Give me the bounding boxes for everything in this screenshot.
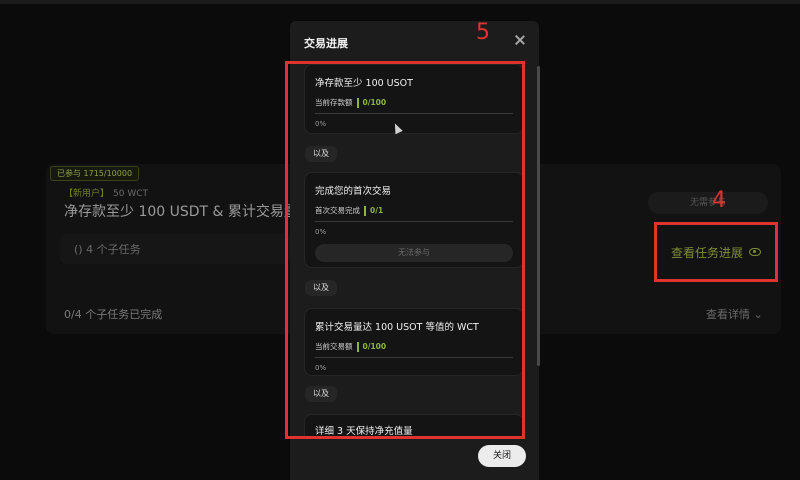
close-button[interactable]: 关闭 xyxy=(478,445,526,467)
close-icon[interactable] xyxy=(513,33,527,47)
task-tag: 【新用户】 50 WCT xyxy=(64,186,148,199)
annotation-label-5: 5 xyxy=(476,20,490,45)
annotation-label-4: 4 xyxy=(712,188,726,213)
view-task-progress-link[interactable]: 查看任务进展 xyxy=(654,222,778,282)
modal-scrollbar[interactable] xyxy=(537,66,540,366)
annotation-frame-5 xyxy=(285,61,525,439)
task-tag-label: 【新用户】 xyxy=(64,189,110,199)
modal-title: 交易进展 xyxy=(304,37,348,50)
participate-button[interactable]: 无需参与 xyxy=(648,192,768,214)
subtasks-toggle[interactable]: () 4 个子任务 xyxy=(60,234,290,264)
top-bar xyxy=(0,0,800,4)
view-details-link[interactable]: 查看详情 ⌄ xyxy=(706,306,763,322)
task-reward: 50 WCT xyxy=(113,189,149,199)
view-task-progress-label: 查看任务进展 xyxy=(670,245,743,260)
eye-icon xyxy=(749,248,761,256)
participation-badge: 已参与 1715/10000 xyxy=(50,166,140,181)
subtasks-done-count: 0/4 个子任务已完成 xyxy=(64,308,163,321)
task-title: 净存款至少 100 USDT & 累计交易量 xyxy=(64,204,298,220)
